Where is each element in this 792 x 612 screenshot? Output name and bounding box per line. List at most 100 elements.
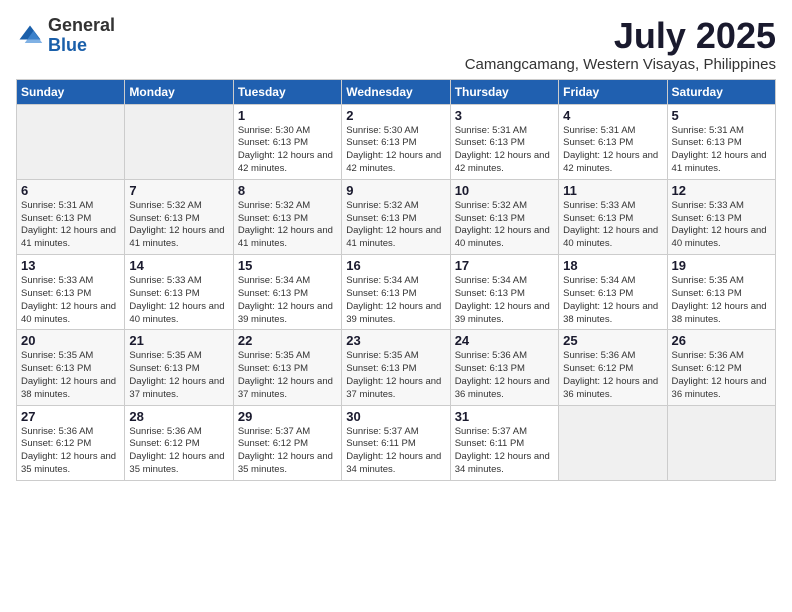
day-number: 15	[238, 258, 337, 273]
day-info: Sunrise: 5:34 AMSunset: 6:13 PMDaylight:…	[563, 275, 662, 326]
day-info: Sunrise: 5:32 AMSunset: 6:13 PMDaylight:…	[129, 200, 228, 251]
col-header-saturday: Saturday	[667, 79, 775, 104]
day-number: 24	[455, 333, 554, 348]
day-info: Sunrise: 5:30 AMSunset: 6:13 PMDaylight:…	[238, 125, 337, 176]
day-number: 18	[563, 258, 662, 273]
day-number: 28	[129, 409, 228, 424]
calendar-cell: 24 Sunrise: 5:36 AMSunset: 6:13 PMDayligh…	[450, 330, 558, 405]
location-title: Camangcamang, Western Visayas, Philippin…	[465, 56, 776, 73]
calendar-cell: 5 Sunrise: 5:31 AMSunset: 6:13 PMDaylight…	[667, 104, 775, 179]
col-header-monday: Monday	[125, 79, 233, 104]
calendar-cell: 10 Sunrise: 5:32 AMSunset: 6:13 PMDayligh…	[450, 179, 558, 254]
day-number: 19	[672, 258, 771, 273]
day-number: 1	[238, 108, 337, 123]
day-number: 25	[563, 333, 662, 348]
calendar-cell: 11 Sunrise: 5:33 AMSunset: 6:13 PMDayligh…	[559, 179, 667, 254]
calendar-cell: 26 Sunrise: 5:36 AMSunset: 6:12 PMDayligh…	[667, 330, 775, 405]
day-number: 10	[455, 183, 554, 198]
day-info: Sunrise: 5:35 AMSunset: 6:13 PMDaylight:…	[238, 350, 337, 401]
calendar-cell: 13Sunrise: 5:33 AMSunset: 6:13 PMDayligh…	[17, 255, 125, 330]
calendar-cell: 7 Sunrise: 5:32 AMSunset: 6:13 PMDaylight…	[125, 179, 233, 254]
calendar-cell: 4 Sunrise: 5:31 AMSunset: 6:13 PMDaylight…	[559, 104, 667, 179]
logo: General Blue	[16, 16, 115, 56]
logo-general: General	[48, 16, 115, 36]
calendar-cell	[17, 104, 125, 179]
day-info: Sunrise: 5:36 AMSunset: 6:13 PMDaylight:…	[455, 350, 554, 401]
day-info: Sunrise: 5:32 AMSunset: 6:13 PMDaylight:…	[238, 200, 337, 251]
day-number: 5	[672, 108, 771, 123]
calendar-cell: 27Sunrise: 5:36 AMSunset: 6:12 PMDayligh…	[17, 405, 125, 480]
day-number: 17	[455, 258, 554, 273]
calendar-cell: 23Sunrise: 5:35 AMSunset: 6:13 PMDayligh…	[342, 330, 450, 405]
day-number: 20	[21, 333, 120, 348]
calendar-cell: 28 Sunrise: 5:36 AMSunset: 6:12 PMDayligh…	[125, 405, 233, 480]
day-info: Sunrise: 5:32 AMSunset: 6:13 PMDaylight:…	[455, 200, 554, 251]
day-number: 7	[129, 183, 228, 198]
day-number: 4	[563, 108, 662, 123]
week-row-4: 20 Sunrise: 5:35 AMSunset: 6:13 PMDayligh…	[17, 330, 776, 405]
day-number: 31	[455, 409, 554, 424]
day-number: 26	[672, 333, 771, 348]
calendar-cell: 25 Sunrise: 5:36 AMSunset: 6:12 PMDayligh…	[559, 330, 667, 405]
calendar-cell: 30 Sunrise: 5:37 AMSunset: 6:11 PMDayligh…	[342, 405, 450, 480]
day-info: Sunrise: 5:37 AMSunset: 6:11 PMDaylight:…	[346, 426, 445, 477]
calendar-cell: 6Sunrise: 5:31 AMSunset: 6:13 PMDaylight…	[17, 179, 125, 254]
day-info: Sunrise: 5:31 AMSunset: 6:13 PMDaylight:…	[455, 125, 554, 176]
calendar-cell: 21 Sunrise: 5:35 AMSunset: 6:13 PMDayligh…	[125, 330, 233, 405]
day-info: Sunrise: 5:33 AMSunset: 6:13 PMDaylight:…	[563, 200, 662, 251]
week-row-2: 6Sunrise: 5:31 AMSunset: 6:13 PMDaylight…	[17, 179, 776, 254]
calendar-cell: 31Sunrise: 5:37 AMSunset: 6:11 PMDayligh…	[450, 405, 558, 480]
calendar-cell: 1 Sunrise: 5:30 AMSunset: 6:13 PMDaylight…	[233, 104, 341, 179]
calendar-cell: 12 Sunrise: 5:33 AMSunset: 6:13 PMDayligh…	[667, 179, 775, 254]
day-info: Sunrise: 5:35 AMSunset: 6:13 PMDaylight:…	[672, 275, 771, 326]
day-info: Sunrise: 5:36 AMSunset: 6:12 PMDaylight:…	[672, 350, 771, 401]
calendar-cell: 18 Sunrise: 5:34 AMSunset: 6:13 PMDayligh…	[559, 255, 667, 330]
calendar-cell: 9Sunrise: 5:32 AMSunset: 6:13 PMDaylight…	[342, 179, 450, 254]
week-row-3: 13 Sunrise: 5:33 AMSunset: 6:13 PMDayligh…	[17, 255, 776, 330]
calendar-cell: 3 Sunrise: 5:31 AMSunset: 6:13 PMDaylight…	[450, 104, 558, 179]
day-info: Sunrise: 5:31 AMSunset: 6:13 PMDaylight:…	[672, 125, 771, 176]
day-number: 13	[21, 258, 120, 273]
day-number: 11	[563, 183, 662, 198]
day-number: 14	[129, 258, 228, 273]
day-number: 21	[129, 333, 228, 348]
day-number: 12	[672, 183, 771, 198]
day-info: Sunrise: 5:33 AMSunset: 6:13 PMDaylight:…	[672, 200, 771, 251]
day-info: Sunrise: 5:35 AMSunset: 6:13 PMDaylight:…	[21, 350, 120, 401]
day-number: 30	[346, 409, 445, 424]
calendar-cell: 19 Sunrise: 5:35 AMSunset: 6:13 PMDayligh…	[667, 255, 775, 330]
calendar-cell: 8 Sunrise: 5:32 AMSunset: 6:13 PMDaylight…	[233, 179, 341, 254]
calendar-cell: 17Sunrise: 5:34 AMSunset: 6:13 PMDayligh…	[450, 255, 558, 330]
calendar-table: SundayMondayTuesdayWednesdayThursdayFrid…	[16, 79, 776, 481]
col-header-friday: Friday	[559, 79, 667, 104]
day-number: 3	[455, 108, 554, 123]
day-number: 22	[238, 333, 337, 348]
day-info: Sunrise: 5:35 AMSunset: 6:13 PMDaylight:…	[129, 350, 228, 401]
day-info: Sunrise: 5:31 AMSunset: 6:13 PMDaylight:…	[563, 125, 662, 176]
day-info: Sunrise: 5:34 AMSunset: 6:13 PMDaylight:…	[346, 275, 445, 326]
col-header-sunday: Sunday	[17, 79, 125, 104]
day-number: 27	[21, 409, 120, 424]
calendar-cell: 29 Sunrise: 5:37 AMSunset: 6:12 PMDayligh…	[233, 405, 341, 480]
day-info: Sunrise: 5:36 AMSunset: 6:12 PMDaylight:…	[563, 350, 662, 401]
page-header: General Blue July 2025 Camangcamang, Wes…	[16, 16, 776, 73]
day-info: Sunrise: 5:34 AMSunset: 6:13 PMDaylight:…	[238, 275, 337, 326]
col-header-tuesday: Tuesday	[233, 79, 341, 104]
week-row-1: 1 Sunrise: 5:30 AMSunset: 6:13 PMDaylight…	[17, 104, 776, 179]
day-number: 29	[238, 409, 337, 424]
col-header-thursday: Thursday	[450, 79, 558, 104]
calendar-cell: 2Sunrise: 5:30 AMSunset: 6:13 PMDaylight…	[342, 104, 450, 179]
day-info: Sunrise: 5:37 AMSunset: 6:12 PMDaylight:…	[238, 426, 337, 477]
day-info: Sunrise: 5:30 AMSunset: 6:13 PMDaylight:…	[346, 125, 445, 176]
calendar-cell: 22 Sunrise: 5:35 AMSunset: 6:13 PMDayligh…	[233, 330, 341, 405]
day-info: Sunrise: 5:36 AMSunset: 6:12 PMDaylight:…	[129, 426, 228, 477]
day-info: Sunrise: 5:33 AMSunset: 6:13 PMDaylight:…	[129, 275, 228, 326]
calendar-cell	[125, 104, 233, 179]
logo-icon	[16, 22, 44, 50]
calendar-cell: 20 Sunrise: 5:35 AMSunset: 6:13 PMDayligh…	[17, 330, 125, 405]
col-header-wednesday: Wednesday	[342, 79, 450, 104]
calendar-cell: 15 Sunrise: 5:34 AMSunset: 6:13 PMDayligh…	[233, 255, 341, 330]
day-number: 8	[238, 183, 337, 198]
day-number: 23	[346, 333, 445, 348]
calendar-cell: 16Sunrise: 5:34 AMSunset: 6:13 PMDayligh…	[342, 255, 450, 330]
